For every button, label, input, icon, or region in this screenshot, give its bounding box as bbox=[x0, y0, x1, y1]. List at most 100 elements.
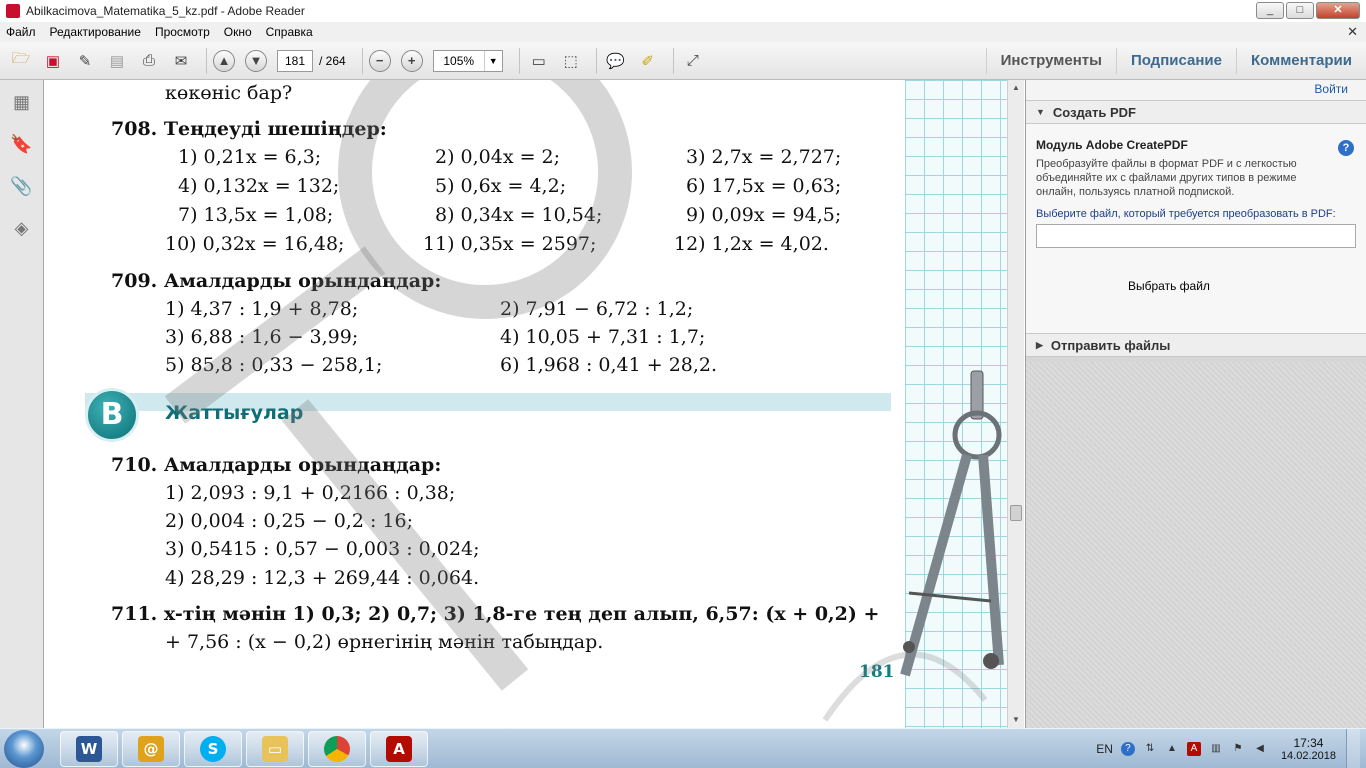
expression: 4) 10,05 + 7,31 : 1,7; bbox=[500, 326, 706, 348]
print-icon[interactable]: ⎙ bbox=[136, 48, 162, 74]
section-badge: B bbox=[85, 388, 139, 442]
taskbar-mail[interactable]: @ bbox=[122, 731, 180, 767]
close-button[interactable]: ✕ bbox=[1316, 2, 1360, 19]
start-button[interactable] bbox=[4, 730, 44, 768]
next-page-button[interactable]: ▼ bbox=[245, 49, 267, 72]
open-file-icon[interactable]: 🗁 bbox=[8, 48, 34, 74]
menu-file[interactable]: Файл bbox=[6, 25, 36, 39]
send-files-panel-header[interactable]: ▶ Отправить файлы bbox=[1026, 333, 1366, 357]
bookmark-icon[interactable]: 🔖 bbox=[10, 132, 34, 156]
page-number-input[interactable]: 181 bbox=[277, 49, 313, 72]
tab-sign[interactable]: Подписание bbox=[1115, 47, 1236, 74]
document-view[interactable]: көкөніс бар? 708. Теңдеуді шешіңдер: 1) … bbox=[45, 80, 1007, 728]
expression: 2) 0,004 : 0,25 − 0,2 : 16; bbox=[165, 510, 413, 532]
fit-width-icon[interactable]: ⬚ bbox=[558, 48, 584, 74]
expression: 1) 2,093 : 9,1 + 0,2166 : 0,38; bbox=[165, 482, 456, 504]
module-description: Преобразуйте файлы в формат PDF и с легк… bbox=[1036, 158, 1297, 198]
equation: 10) 0,32x = 16,48; bbox=[165, 233, 345, 255]
equation: 3) 2,7x = 2,727; bbox=[686, 146, 842, 168]
expression: 5) 85,8 : 0,33 − 258,1; bbox=[165, 354, 383, 376]
layers-icon[interactable]: ◈ bbox=[10, 216, 34, 240]
menu-view[interactable]: Просмотр bbox=[155, 25, 210, 39]
create-pdf-panel: Модуль Adobe CreatePDF ? Преобразуйте фа… bbox=[1026, 124, 1366, 337]
scroll-down-arrow-icon[interactable]: ▼ bbox=[1008, 712, 1024, 728]
language-indicator[interactable]: EN bbox=[1096, 742, 1113, 756]
taskbar-skype[interactable]: S bbox=[184, 731, 242, 767]
chevron-down-icon[interactable]: ▼ bbox=[483, 50, 502, 71]
equation: 2) 0,04x = 2; bbox=[435, 146, 561, 168]
create-pdf-panel-header[interactable]: ▼ Создать PDF bbox=[1026, 100, 1366, 124]
clock[interactable]: 17:34 14.02.2018 bbox=[1281, 736, 1336, 762]
menu-edit[interactable]: Редактирование bbox=[50, 25, 141, 39]
create-pdf-label: Создать PDF bbox=[1052, 104, 1136, 120]
taskbar-word[interactable]: W bbox=[60, 731, 118, 767]
highlight-icon[interactable]: ✐ bbox=[635, 48, 661, 74]
clock-time: 17:34 bbox=[1293, 736, 1324, 750]
equation: 6) 17,5x = 0,63; bbox=[686, 175, 842, 197]
close-document-icon[interactable]: ✕ bbox=[1347, 24, 1358, 40]
minimize-button[interactable]: _ bbox=[1256, 2, 1284, 19]
toolbar-divider bbox=[518, 47, 520, 74]
acrobat-tray-icon[interactable]: A bbox=[1186, 742, 1201, 756]
full-screen-icon[interactable]: ⤢ bbox=[680, 48, 706, 74]
create-pdf-icon[interactable]: ▣ bbox=[40, 48, 66, 74]
help-icon[interactable]: ? bbox=[1338, 140, 1354, 156]
comment-icon[interactable]: 💬 bbox=[603, 48, 629, 74]
send-files-label: Отправить файлы bbox=[1050, 337, 1171, 353]
equation: 9) 0,09x = 94,5; bbox=[686, 204, 842, 226]
volume-icon[interactable]: ◀ bbox=[1253, 742, 1267, 756]
arrows-tray-icon[interactable]: ⇅ bbox=[1143, 742, 1157, 756]
toolbar: 🗁 ▣ ✎ ▤ ⎙ ✉ ▲ ▼ 181 / 264 − + 105% ▼ ▭ ⬚… bbox=[0, 42, 1366, 80]
equation: 11) 0,35x = 2597; bbox=[423, 233, 597, 255]
file-path-field[interactable] bbox=[1036, 224, 1356, 248]
tab-comment[interactable]: Комментарии bbox=[1235, 47, 1366, 74]
window-title-bar: Abilkacimova_Matematika_5_kz.pdf - Adobe… bbox=[0, 0, 1366, 22]
exercise-710-heading: 710. Амалдарды орындаңдар: bbox=[111, 454, 442, 476]
exercise-711-text-cont: + 7,56 : (x − 0,2) өрнегінің мәнін табың… bbox=[165, 631, 604, 653]
zoom-value: 105% bbox=[443, 53, 475, 68]
zoom-in-button[interactable]: + bbox=[400, 49, 423, 72]
menu-window[interactable]: Окно bbox=[224, 25, 252, 39]
taskbar-adobe-reader[interactable]: A bbox=[370, 731, 428, 767]
tab-tools[interactable]: Инструменты bbox=[985, 47, 1116, 74]
equation: 5) 0,6x = 4,2; bbox=[435, 175, 567, 197]
page-total: / 264 bbox=[319, 53, 346, 68]
section-title: Жаттығулар bbox=[165, 402, 304, 424]
attachment-icon[interactable]: 📎 bbox=[10, 174, 34, 198]
collapsed-triangle-icon: ▶ bbox=[1036, 339, 1043, 350]
flag-icon[interactable]: ⚑ bbox=[1231, 742, 1245, 756]
fit-page-icon[interactable]: ▭ bbox=[526, 48, 552, 74]
scroll-up-arrow-icon[interactable]: ▲ bbox=[1008, 80, 1024, 96]
help-tray-icon[interactable]: ? bbox=[1120, 742, 1135, 756]
page-number-label: 181 bbox=[859, 662, 895, 682]
scrollbar-thumb[interactable] bbox=[1010, 505, 1022, 521]
choose-file-button[interactable]: Выбрать файл bbox=[1128, 279, 1210, 293]
zoom-out-button[interactable]: − bbox=[368, 49, 391, 72]
exercise-708-heading: 708. Теңдеуді шешіңдер: bbox=[111, 118, 387, 140]
email-icon[interactable]: ✉ bbox=[168, 48, 194, 74]
maximize-button[interactable]: □ bbox=[1286, 2, 1314, 19]
previous-page-button[interactable]: ▲ bbox=[213, 49, 235, 72]
taskbar: W @ S ▭ A EN ? ⇅ ▲ A ▥ ⚑ ◀ 17:34 14.02.2… bbox=[0, 728, 1366, 768]
adobe-reader-icon bbox=[6, 4, 20, 18]
chrome-icon bbox=[324, 736, 350, 762]
show-desktop-button[interactable] bbox=[1346, 729, 1360, 768]
page-thumbnails-icon[interactable]: ▦ bbox=[10, 90, 34, 114]
show-hidden-icons-icon[interactable]: ▲ bbox=[1165, 742, 1179, 756]
zoom-select[interactable]: 105% ▼ bbox=[432, 49, 503, 72]
menu-help[interactable]: Справка bbox=[266, 25, 313, 39]
network-icon[interactable]: ▥ bbox=[1209, 742, 1223, 756]
taskbar-chrome[interactable] bbox=[308, 731, 366, 767]
module-title: Модуль Adobe CreatePDF bbox=[1036, 138, 1188, 152]
equation: 4) 0,132x = 132; bbox=[178, 175, 340, 197]
edit-icon[interactable]: ✎ bbox=[72, 48, 98, 74]
taskbar-explorer[interactable]: ▭ bbox=[246, 731, 304, 767]
equation: 12) 1,2x = 4,02. bbox=[674, 233, 829, 255]
save-icon[interactable]: ▤ bbox=[104, 48, 130, 74]
compass-illustration bbox=[900, 370, 1004, 677]
expression: 1) 4,37 : 1,9 + 8,78; bbox=[165, 298, 359, 320]
exercise-711-text: 711. x-тің мәнін 1) 0,3; 2) 0,7; 3) 1,8-… bbox=[111, 603, 880, 625]
select-file-prompt: Выберите файл, который требуется преобра… bbox=[1036, 208, 1336, 220]
login-link[interactable]: Войти bbox=[1314, 82, 1348, 96]
document-scrollbar[interactable]: ▲ ▼ bbox=[1007, 80, 1024, 728]
